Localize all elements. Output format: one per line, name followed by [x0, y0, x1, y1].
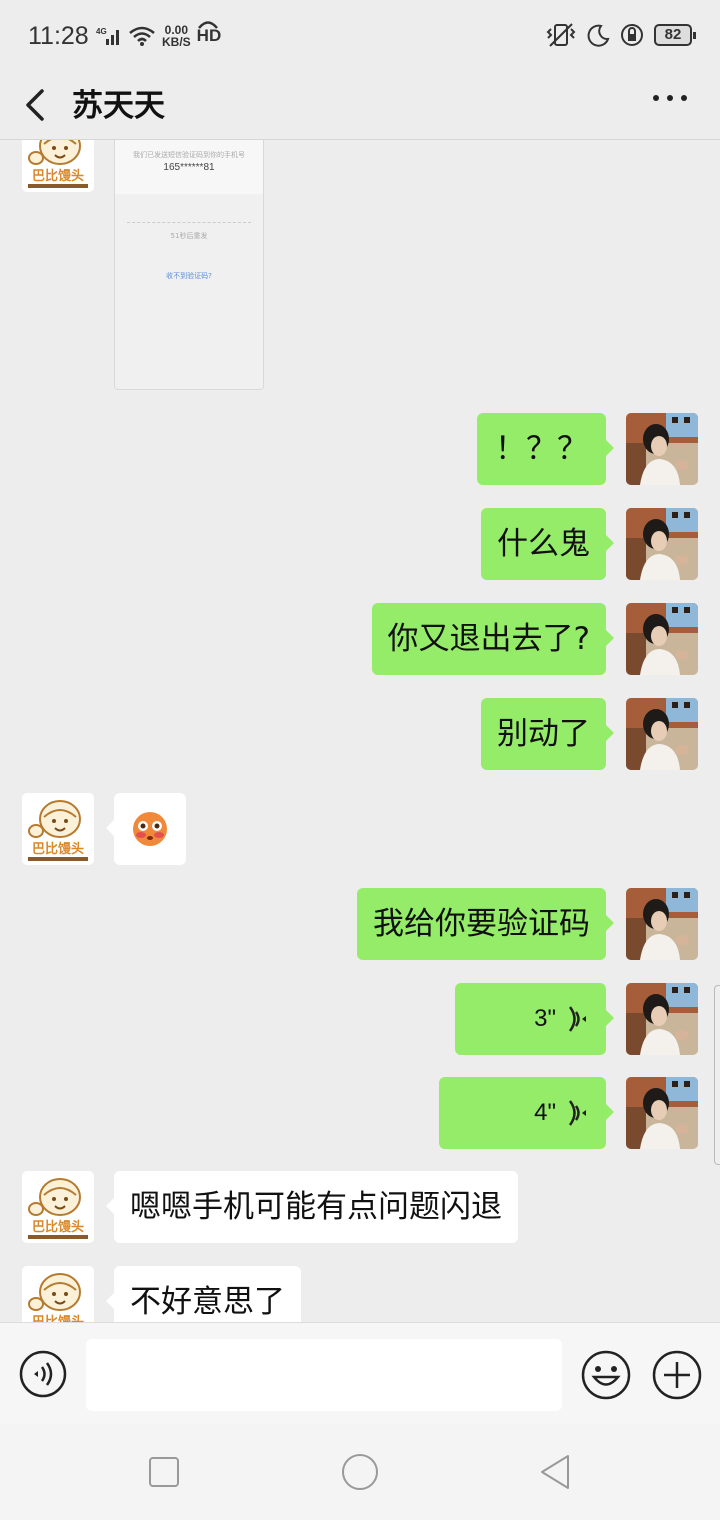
my-avatar[interactable]: [626, 603, 698, 675]
more-functions-plus-icon[interactable]: [652, 1350, 702, 1400]
svg-text:4G: 4G: [96, 27, 107, 36]
avatar-logo-text: 巴比馒头: [32, 1219, 84, 1235]
image-text-link: 收不到验证码?: [166, 272, 212, 280]
shared-image-message[interactable]: 我们已发送短信验证码到你的手机号 165******81 51秒后重发 收不到验…: [114, 140, 264, 390]
contact-avatar[interactable]: 巴比馒头: [22, 1171, 94, 1243]
avatar-logo-text: 巴比馒头: [32, 1314, 84, 1322]
my-avatar[interactable]: [626, 1077, 698, 1149]
cellular-signal-icon: 4G: [96, 27, 119, 45]
chat-header: 苏天天: [0, 74, 720, 140]
voice-wave-icon: [568, 1006, 586, 1032]
incoming-emoji-message[interactable]: [106, 793, 186, 865]
recent-apps-square-icon[interactable]: [144, 1452, 184, 1492]
system-navigation-bar: [0, 1424, 720, 1520]
outgoing-message[interactable]: 什么鬼: [481, 508, 614, 580]
message-list[interactable]: 巴比馒头 我们已发送短信验证码到你的手机号 165******81 51秒后重发…: [0, 140, 720, 1322]
moon-icon: [587, 24, 610, 47]
message-input[interactable]: [86, 1339, 562, 1411]
flushed-face-emoji-icon: [133, 812, 167, 846]
home-circle-icon[interactable]: [338, 1450, 382, 1494]
input-bar: [0, 1322, 720, 1424]
contact-avatar[interactable]: 巴比馒头: [22, 140, 94, 192]
voice-duration: 3": [534, 1005, 556, 1032]
status-time: 11:28: [28, 22, 89, 50]
avatar-logo-text: 巴比馒头: [32, 841, 84, 857]
image-code-area: 51秒后重发 收不到验证码?: [115, 194, 263, 389]
back-triangle-icon[interactable]: [536, 1452, 576, 1492]
image-text-note: 我们已发送短信验证码到你的手机号: [133, 151, 245, 159]
voice-input-icon[interactable]: [19, 1350, 67, 1398]
battery-icon: 82: [654, 24, 696, 46]
wifi-icon: [129, 26, 155, 46]
chat-title: 苏天天: [72, 88, 165, 124]
contact-avatar[interactable]: 巴比馒头: [22, 1266, 94, 1322]
avatar-logo-text: 巴比馒头: [32, 168, 84, 184]
incoming-message[interactable]: 嗯嗯手机可能有点问题闪退: [106, 1171, 518, 1243]
image-text-countdown: 51秒后重发: [170, 232, 208, 240]
status-bar: 11:28 4G 0.00 KB/S HD 82: [0, 0, 720, 74]
my-avatar[interactable]: [626, 888, 698, 960]
hd-call-icon: HD: [197, 21, 221, 46]
outgoing-voice-message[interactable]: 3": [455, 983, 614, 1055]
outgoing-message[interactable]: ！？？: [477, 413, 614, 485]
contact-avatar[interactable]: 巴比馒头: [22, 793, 94, 865]
voice-wave-icon: [568, 1100, 586, 1126]
vibrate-icon: [546, 23, 576, 47]
outgoing-voice-message[interactable]: 4": [439, 1077, 614, 1149]
incoming-message[interactable]: 不好意思了: [106, 1266, 301, 1322]
voice-duration: 4": [534, 1099, 556, 1126]
image-text-phone: 165******81: [163, 162, 215, 173]
my-avatar[interactable]: [626, 508, 698, 580]
my-avatar[interactable]: [626, 983, 698, 1055]
emoji-icon[interactable]: [581, 1350, 631, 1400]
status-left-icons: 4G 0.00 KB/S HD: [96, 21, 221, 49]
rotation-lock-icon: [621, 24, 643, 46]
network-speed: 0.00 KB/S: [162, 23, 191, 49]
more-options-icon[interactable]: [650, 86, 690, 110]
outgoing-message[interactable]: 别动了: [481, 698, 614, 770]
outgoing-message[interactable]: 你又退出去了?: [371, 603, 615, 675]
my-avatar[interactable]: [626, 698, 698, 770]
back-arrow-icon[interactable]: [22, 82, 62, 128]
status-right-icons: 82: [546, 22, 696, 48]
my-avatar[interactable]: [626, 413, 698, 485]
outgoing-message[interactable]: 我给你要验证码: [357, 888, 614, 960]
scroll-indicator[interactable]: [714, 985, 720, 1165]
